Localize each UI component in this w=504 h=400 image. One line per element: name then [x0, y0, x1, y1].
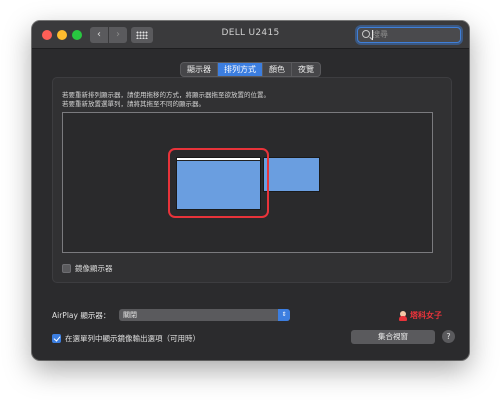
up-down-arrows-icon: ⇕ — [278, 309, 290, 321]
mirror-displays-label: 鏡像顯示器 — [75, 263, 113, 273]
tab-display[interactable]: 顯示器 — [181, 63, 218, 76]
tab-bar: 顯示器 排列方式 顏色 夜覽 — [180, 62, 321, 77]
airplay-display-label: AirPlay 顯示器： — [52, 311, 111, 320]
tab-color[interactable]: 顏色 — [263, 63, 292, 76]
watermark-logo: 塔科女子 — [398, 310, 442, 321]
show-mirror-options-checkbox[interactable] — [52, 333, 61, 343]
text-cursor — [372, 30, 373, 40]
title-bar: ‹ › DELL U2415 搜尋 — [32, 21, 469, 49]
logo-icon — [398, 310, 408, 321]
preferences-window: ‹ › DELL U2415 搜尋 顯示器 排列方式 顏色 夜覽 若要重新排列顯… — [32, 21, 469, 360]
mirror-displays-row: 鏡像顯示器 — [62, 262, 113, 274]
tab-night-shift[interactable]: 夜覽 — [292, 63, 320, 76]
show-mirror-options-row: 在選單列中顯示鏡像輸出選項（可用時） — [52, 332, 200, 344]
arrangement-instruction-2: 若要重新放置選單列，請將其拖至不同的顯示器。 — [62, 100, 205, 108]
secondary-display-thumbnail[interactable] — [263, 157, 320, 192]
search-field[interactable]: 搜尋 — [357, 27, 461, 43]
tab-arrangement[interactable]: 排列方式 — [218, 63, 263, 76]
help-button[interactable]: ? — [442, 330, 455, 343]
airplay-selected-value: 關閉 — [123, 311, 137, 319]
airplay-display-select[interactable]: 關閉 ⇕ — [119, 309, 290, 321]
mirror-displays-checkbox[interactable] — [62, 263, 71, 273]
search-placeholder: 搜尋 — [372, 30, 388, 39]
watermark-text: 塔科女子 — [410, 311, 442, 320]
highlight-box — [168, 148, 269, 218]
search-icon — [362, 30, 370, 38]
show-mirror-options-label: 在選單列中顯示鏡像輸出選項（可用時） — [65, 333, 200, 343]
gather-windows-button[interactable]: 集合視窗 — [351, 330, 435, 344]
